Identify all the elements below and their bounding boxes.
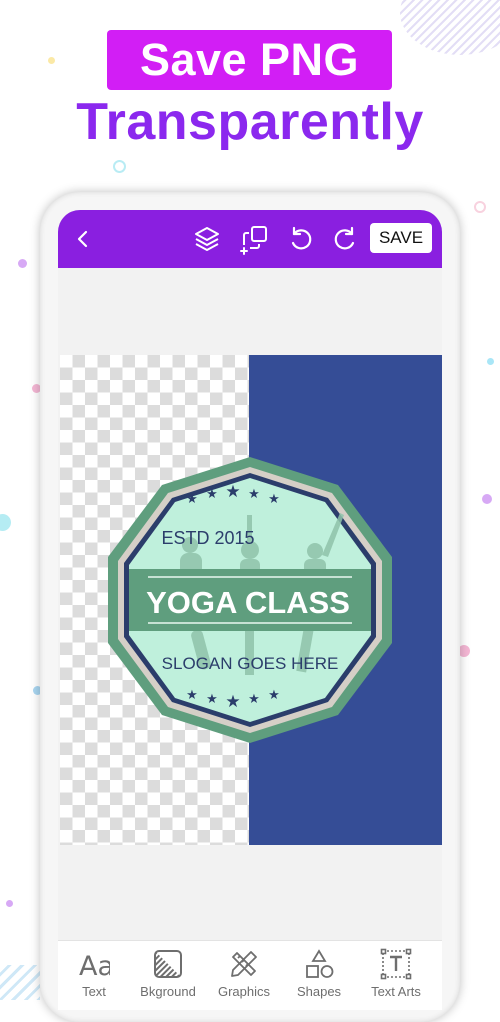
save-button[interactable]: SAVE [370,223,432,253]
back-button[interactable] [66,222,100,256]
layers-icon [195,227,219,251]
decorative-ring [113,160,126,173]
tool-background[interactable]: Bkground [130,947,206,1007]
promo-badge-text: Save PNG [139,34,360,85]
background-icon [151,947,185,981]
redo-button[interactable] [328,222,362,256]
svg-text:★: ★ [186,688,198,703]
decorative-dot [18,259,27,268]
svg-text:★: ★ [248,692,260,707]
tool-text[interactable]: Aa Text [58,947,132,1007]
decorative-dot [48,57,55,64]
svg-text:★: ★ [248,487,260,502]
redo-icon [334,226,355,250]
decorative-dot [487,358,494,365]
tool-label: Text Arts [371,984,421,999]
duplicate-button[interactable] [238,222,272,256]
svg-text:★: ★ [268,688,280,703]
tool-graphics[interactable]: Graphics [206,947,282,1007]
undo-button[interactable] [284,222,318,256]
decorative-stripes [400,0,500,55]
decorative-stripes-bottom [0,965,40,1000]
yoga-logo[interactable]: ★ ★ ★ ★ ★ ★ ★ ★ ★ ★ ESTD 2015 YOGA CLASS SLOGAN … [100,455,400,745]
tool-label: Shapes [296,984,342,999]
text-arts-icon [379,947,413,981]
decorative-ring [474,201,486,213]
svg-text:★: ★ [186,492,198,507]
app-screen: SAVE ★ ★ ★ ★ ★ ★ ★ ★ ★ ★ ESTD 2015 YOGA … [58,210,442,1010]
shapes-icon [302,947,336,981]
undo-icon [291,226,312,250]
svg-text:★: ★ [206,692,218,707]
decorative-dot [482,494,492,504]
svg-text:★: ★ [268,492,280,507]
tool-text-arts[interactable]: Text Arts [358,947,434,1007]
duplicate-icon [240,226,267,255]
chevron-left-icon [77,230,88,248]
logo-slogan-text: SLOGAN GOES HERE [162,654,339,673]
svg-text:★: ★ [225,692,240,712]
svg-text:Aa: Aa [79,951,110,979]
svg-text:★: ★ [225,482,240,502]
design-canvas[interactable]: ★ ★ ★ ★ ★ ★ ★ ★ ★ ★ ESTD 2015 YOGA CLASS SLOGAN … [60,355,442,845]
tool-label: Text [82,984,106,999]
layers-button[interactable] [190,222,224,256]
logo-estd-text: ESTD 2015 [161,528,254,548]
decorative-dot [6,900,13,907]
tool-label: Bkground [140,984,196,999]
tool-shapes[interactable]: Shapes [281,947,357,1007]
promo-subtitle: Transparently [76,93,424,151]
text-aa-icon: Aa [77,947,111,981]
tool-label: Graphics [217,984,271,999]
decorative-dot [0,514,11,531]
logo-title-text: YOGA CLASS [146,585,350,620]
top-toolbar: SAVE [58,210,442,268]
promo-badge: Save PNG [107,30,392,90]
svg-text:★: ★ [206,487,218,502]
graphics-pencil-ruler-icon [227,947,261,981]
